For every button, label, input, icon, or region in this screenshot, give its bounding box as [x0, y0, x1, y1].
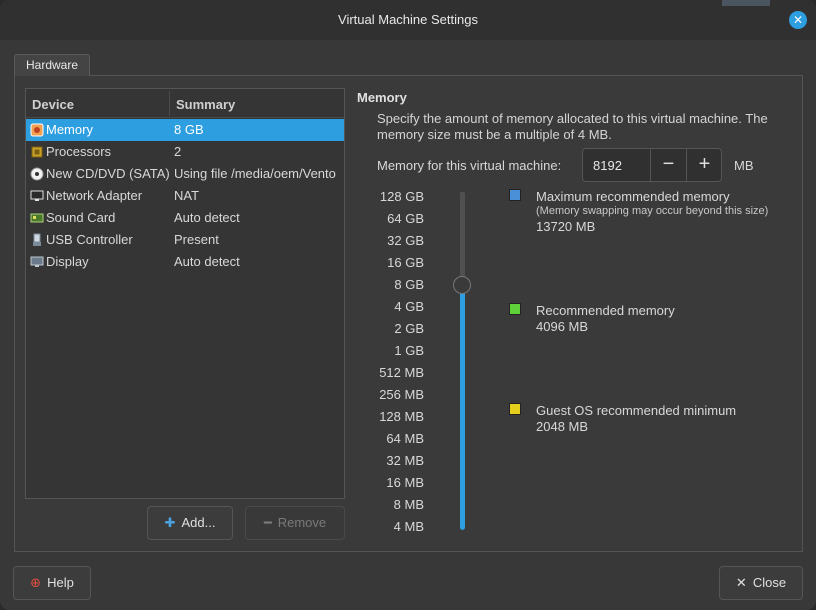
device-name: Display: [46, 254, 89, 269]
device-row-processors[interactable]: Processors 2: [26, 141, 344, 163]
remove-button-label: Remove: [277, 515, 327, 530]
network-adapter-icon: [30, 190, 44, 201]
add-button[interactable]: ✚ Add...: [147, 506, 233, 540]
recommended-label: Recommended memory: [536, 303, 675, 318]
recommended-value: 4096 MB: [536, 319, 589, 334]
device-summary: Using file /media/oem/Vento: [174, 166, 336, 181]
device-summary: Auto detect: [174, 210, 240, 225]
guest-minimum-label: Guest OS recommended minimum: [536, 403, 737, 418]
device-row-sound-card[interactable]: Sound Card Auto detect: [26, 207, 344, 229]
title-bar: Virtual Machine Settings ✕: [0, 0, 816, 40]
scale-label: 32 MB: [386, 453, 424, 468]
scale-label: 2 GB: [394, 321, 424, 336]
guest-minimum-marker-icon: [509, 403, 521, 415]
device-name: Processors: [46, 144, 112, 159]
device-list-header: Device Summary: [26, 89, 344, 118]
scale-label: 4 GB: [394, 299, 424, 314]
device-name: Memory: [46, 122, 93, 137]
memory-heading: Memory: [357, 90, 407, 105]
scale-label: 512 MB: [379, 365, 424, 380]
max-recommended-value: 13720 MB: [536, 219, 596, 234]
scale-label: 32 GB: [387, 233, 424, 248]
display-icon: [30, 256, 44, 267]
device-summary: NAT: [174, 188, 200, 203]
title-bar-decoration: [722, 0, 770, 6]
device-list: Device Summary Memory 8 GB Processors 2 …: [25, 88, 345, 499]
column-header-device[interactable]: Device: [32, 97, 74, 112]
scale-label: 1 GB: [394, 343, 424, 358]
processor-icon: [31, 146, 43, 158]
scale-label: 256 MB: [379, 387, 424, 402]
memory-unit: MB: [734, 158, 754, 173]
usb-icon: [33, 233, 41, 246]
device-summary: Auto detect: [174, 254, 240, 269]
device-row-memory[interactable]: Memory 8 GB: [26, 119, 344, 141]
help-lifebuoy-icon: ⊕: [30, 575, 42, 590]
scale-label: 16 GB: [387, 255, 424, 270]
column-header-summary[interactable]: Summary: [176, 97, 235, 112]
max-recommended-marker-icon: [509, 189, 521, 201]
scale-label: 8 GB: [394, 277, 424, 292]
scale-label: 64 GB: [387, 211, 424, 226]
scale-label: 128 GB: [379, 189, 424, 204]
memory-field-label: Memory for this virtual machine:: [377, 158, 562, 173]
help-button[interactable]: ⊕ Help: [13, 566, 91, 600]
device-row-usb-controller[interactable]: USB Controller Present: [26, 229, 344, 251]
memory-slider-thumb[interactable]: [453, 276, 471, 294]
minus-icon: ━: [263, 515, 272, 530]
scale-label: 64 MB: [386, 431, 424, 446]
scale-label: 16 MB: [386, 475, 424, 490]
vm-settings-window: Virtual Machine Settings ✕ Hardware Devi…: [0, 0, 816, 610]
device-row-network-adapter[interactable]: Network Adapter NAT: [26, 185, 344, 207]
device-name: USB Controller: [46, 232, 133, 247]
guest-minimum-value: 2048 MB: [536, 419, 589, 434]
memory-spinbox: 8192 − +: [582, 148, 722, 182]
recommended-marker-icon: [509, 303, 521, 315]
device-row-display[interactable]: Display Auto detect: [26, 251, 344, 273]
max-recommended-label: Maximum recommended memory: [536, 189, 730, 204]
plus-icon: ✚: [164, 515, 176, 530]
window-title: Virtual Machine Settings: [338, 12, 478, 27]
device-summary: Present: [174, 232, 219, 247]
max-recommended-note: (Memory swapping may occur beyond this s…: [536, 205, 769, 217]
column-separator: [169, 91, 170, 116]
memory-decrease-button[interactable]: −: [650, 149, 686, 181]
scale-label: 128 MB: [379, 409, 424, 424]
tab-hardware[interactable]: Hardware: [14, 54, 90, 76]
scale-label: 8 MB: [393, 497, 424, 512]
scale-label: 4 MB: [393, 519, 424, 534]
device-name: Sound Card: [46, 210, 116, 225]
help-button-label: Help: [47, 575, 74, 590]
device-summary: 2: [174, 144, 182, 159]
sound-card-icon: [30, 213, 44, 223]
cd-dvd-icon: [30, 167, 44, 181]
remove-button[interactable]: ━ Remove: [245, 506, 345, 540]
memory-icon: [30, 123, 44, 137]
memory-input[interactable]: 8192: [593, 158, 622, 173]
memory-description: Specify the amount of memory allocated t…: [377, 111, 768, 142]
device-name: Network Adapter: [46, 188, 143, 203]
close-button[interactable]: ✕ Close: [719, 566, 803, 600]
close-button-label: Close: [752, 575, 787, 590]
add-button-label: Add...: [181, 515, 216, 530]
device-summary: 8 GB: [174, 122, 204, 137]
window-close-icon[interactable]: ✕: [789, 11, 807, 29]
close-icon: ✕: [735, 575, 747, 590]
device-name: New CD/DVD (SATA): [46, 166, 170, 181]
memory-slider-track-unfilled[interactable]: [460, 192, 465, 284]
memory-increase-button[interactable]: +: [686, 149, 722, 181]
device-row-cd-dvd[interactable]: New CD/DVD (SATA) Using file /media/oem/…: [26, 163, 344, 185]
